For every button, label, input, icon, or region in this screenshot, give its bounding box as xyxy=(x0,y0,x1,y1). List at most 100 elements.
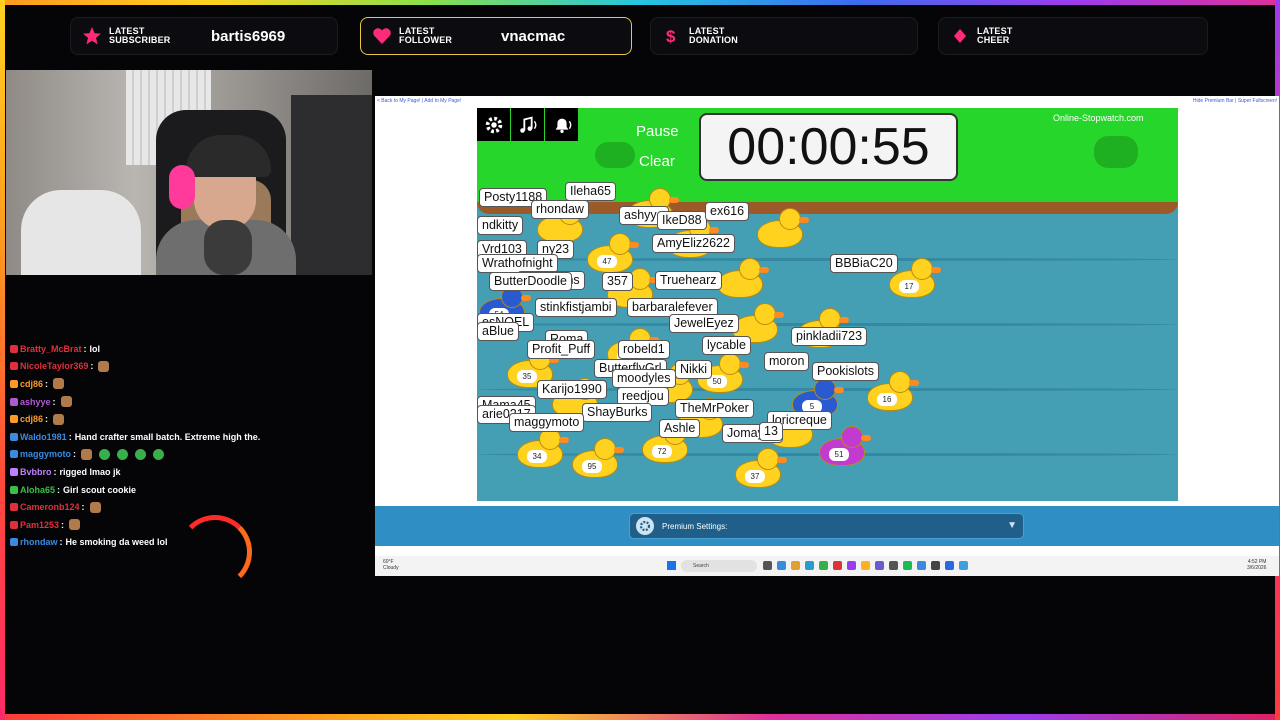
duck-name-tag: robeld1 xyxy=(618,340,670,359)
duck-head xyxy=(757,448,779,470)
app-icon[interactable] xyxy=(777,561,786,570)
chat-badge-icon xyxy=(10,379,18,388)
duck xyxy=(757,208,809,248)
microphone xyxy=(204,220,252,275)
chat-badge-icon xyxy=(10,520,18,529)
chat-username[interactable]: Pam1253 xyxy=(20,520,59,530)
dollar-icon: $ xyxy=(661,25,683,47)
emote-icon xyxy=(98,360,110,372)
chat-username[interactable]: NicoleTaylor369 xyxy=(20,361,88,371)
alert-label: LATEST DONATION xyxy=(689,26,738,45)
duck-name-tag: moodyles xyxy=(612,369,676,388)
app-icon[interactable] xyxy=(959,561,968,570)
chat-text: He smoking da weed lol xyxy=(65,537,168,548)
duck-number: 95 xyxy=(582,460,602,473)
chat-username[interactable]: Aloha65 xyxy=(20,485,55,495)
chat-username[interactable]: cdj86 xyxy=(20,414,43,424)
chat-username[interactable]: Waldo1981 xyxy=(20,432,67,442)
duck-name-tag: ShayBurks xyxy=(582,403,653,422)
latest-donation-panel: $ LATEST DONATION xyxy=(650,17,918,55)
emote-icon xyxy=(53,413,65,425)
duck-head xyxy=(841,426,863,448)
duck-name-tag: 357 xyxy=(602,272,633,291)
duck-head xyxy=(754,303,776,325)
chat-message: Bvbbro: rigged lmao jk xyxy=(10,463,370,481)
chat-separator: : xyxy=(81,502,85,513)
chat-badge-icon xyxy=(10,467,18,476)
chat-message: NicoleTaylor369: xyxy=(10,358,370,376)
gear-icon xyxy=(485,116,502,133)
bush xyxy=(1094,136,1138,168)
weather-widget[interactable]: 60°F Cloudy xyxy=(383,559,399,571)
system-clock[interactable]: 4:52 PM 3/6/2026 xyxy=(1247,559,1266,571)
loading-ring xyxy=(178,515,252,589)
emote-icon xyxy=(99,448,111,460)
chat-separator: : xyxy=(57,484,61,495)
chat-badge-icon xyxy=(10,538,18,547)
app-icon[interactable] xyxy=(945,561,954,570)
chrome-icon[interactable] xyxy=(861,561,870,570)
duck-name-tag: pinkladii723 xyxy=(791,327,868,346)
duck-name-tag: IkeD88 xyxy=(657,211,707,230)
duck-name-tag: Nikki xyxy=(675,360,713,379)
chat-username[interactable]: Bratty_McBrat xyxy=(20,344,82,354)
alert-label: LATEST CHEER xyxy=(977,26,1013,45)
task-view-icon[interactable] xyxy=(763,561,772,570)
duck-beak xyxy=(931,267,941,273)
frame-bottom xyxy=(0,714,1280,720)
music-icon xyxy=(519,115,536,133)
discord-icon[interactable] xyxy=(875,561,884,570)
chat-message: Waldo1981: Hand crafter small batch. Extr… xyxy=(10,428,370,446)
settings-button[interactable] xyxy=(477,108,510,141)
back-links[interactable]: < Back to My Page! | Add to My Page! xyxy=(377,98,461,104)
chat-username[interactable]: Bvbbro xyxy=(20,467,52,477)
app-icon[interactable] xyxy=(931,561,940,570)
chat-badge-icon xyxy=(10,485,18,494)
music-button[interactable] xyxy=(511,108,544,141)
chat-separator: : xyxy=(61,519,65,530)
duck-beak xyxy=(759,267,769,273)
duck-name-tag: rhondaw xyxy=(531,200,589,219)
app-icon[interactable] xyxy=(917,561,926,570)
duck-head xyxy=(889,371,911,393)
sound-button[interactable] xyxy=(545,108,578,141)
app-icon[interactable] xyxy=(833,561,842,570)
start-button[interactable] xyxy=(667,561,676,570)
chat-username[interactable]: cdj86 xyxy=(20,379,43,389)
duck-name-tag: Ileha65 xyxy=(565,182,617,201)
chat-username[interactable]: maggymoto xyxy=(20,449,71,459)
chat-username[interactable]: ashyye xyxy=(20,397,51,407)
duck-name-tag: 13 xyxy=(759,422,783,441)
emote-icon xyxy=(81,448,93,460)
spotify-icon[interactable] xyxy=(903,561,912,570)
chat-username[interactable]: rhondaw xyxy=(20,537,58,547)
premium-settings-button[interactable]: Premium Settings: ▼ xyxy=(629,513,1024,539)
browser-capture: < Back to My Page! | Add to My Page! Hid… xyxy=(375,96,1279,576)
folder-icon[interactable] xyxy=(791,561,800,570)
svg-text:$: $ xyxy=(666,27,676,46)
fullscreen-links[interactable]: Hide Premium Bar | Super Fullscreen! xyxy=(1193,98,1277,104)
chat-message: Aloha65: Girl scout cookie xyxy=(10,481,370,499)
chat-separator: : xyxy=(68,431,72,442)
chat-separator: : xyxy=(59,537,63,548)
app-icon[interactable] xyxy=(847,561,856,570)
chat-separator: : xyxy=(83,343,87,354)
duck-name-tag: lycable xyxy=(702,336,751,355)
app-icon[interactable] xyxy=(889,561,898,570)
taskbar-search[interactable]: Search xyxy=(681,560,757,572)
pause-button[interactable]: Pause xyxy=(636,123,679,140)
chat-text: lol xyxy=(89,343,101,354)
alert-label: LATEST FOLLOWER xyxy=(399,26,453,45)
duck: 47 xyxy=(587,233,639,273)
app-icon[interactable] xyxy=(819,561,828,570)
chat-message: ashyye: xyxy=(10,393,370,411)
clear-button[interactable]: Clear xyxy=(639,153,675,170)
duck xyxy=(717,258,769,298)
edge-icon[interactable] xyxy=(805,561,814,570)
chat-message: Cameronb124: xyxy=(10,498,370,516)
brand-link[interactable]: Online-Stopwatch.com xyxy=(1053,113,1144,123)
chat-text: Girl scout cookie xyxy=(63,484,137,495)
chat-username[interactable]: Cameronb124 xyxy=(20,502,80,512)
chat-separator: : xyxy=(53,466,57,477)
pillow xyxy=(21,190,141,275)
